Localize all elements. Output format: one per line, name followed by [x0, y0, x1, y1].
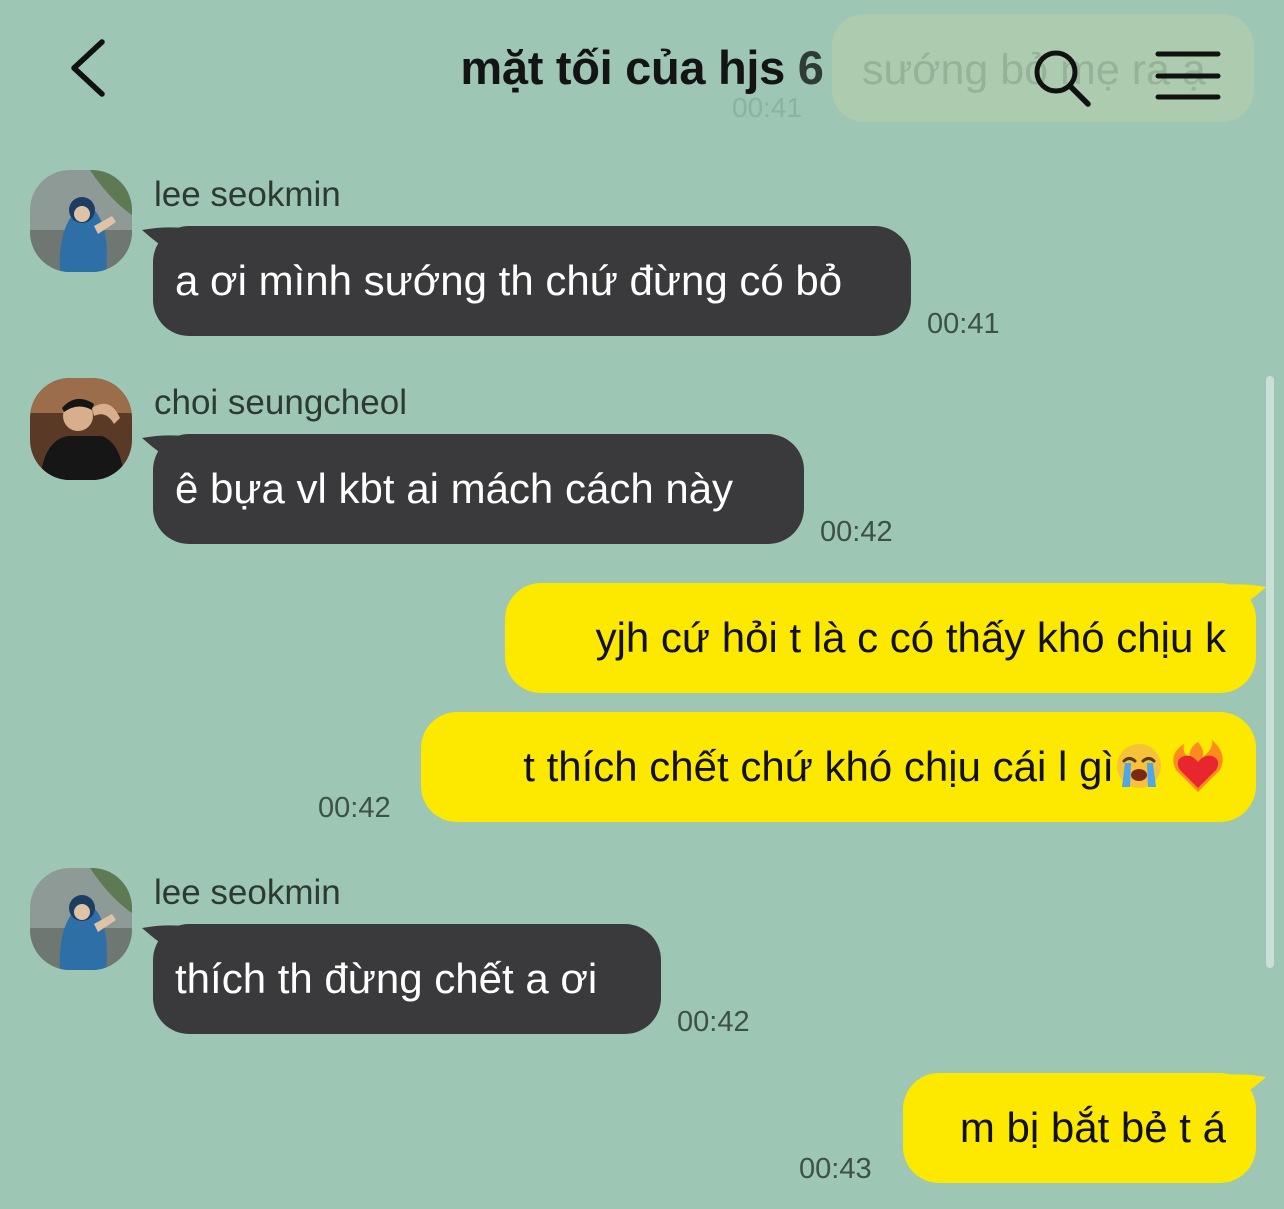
- message-text: m bị bắt bẻ t á: [959, 1104, 1226, 1151]
- hamburger-menu-icon: [1155, 51, 1221, 100]
- avatar-image: [30, 378, 132, 480]
- sender-name: lee seokmin: [154, 175, 341, 214]
- message-bubble[interactable]: yjh cứ hỏi t là c có thấy khó chịu k: [505, 583, 1256, 693]
- avatar-choi-seungcheol[interactable]: [30, 378, 132, 480]
- message-bubble[interactable]: a ơi mình sướng th chứ đừng có bỏ: [153, 226, 911, 336]
- menu-button[interactable]: [1152, 48, 1222, 104]
- message-text: a ơi mình sướng th chứ đừng có bỏ: [175, 257, 843, 304]
- message-time: 00:43: [799, 1153, 872, 1185]
- message-time: 00:42: [677, 1006, 750, 1038]
- message-bubble[interactable]: thích th đừng chết a ơi: [153, 924, 661, 1034]
- sender-name: choi seungcheol: [154, 383, 407, 422]
- message-time: 00:42: [318, 792, 391, 824]
- message-time: 00:41: [927, 308, 1000, 340]
- member-count: 6: [797, 41, 824, 94]
- message-text: t thích chết chứ khó chịu cái l gì: [523, 743, 1114, 790]
- message-bubble[interactable]: ê bựa vl kbt ai mách cách này: [153, 434, 804, 544]
- message-bubble[interactable]: m bị bắt bẻ t á: [903, 1073, 1256, 1183]
- chat-header: sướng bỏ mẹ ra ạ 00:41 mặt tối của hjs 6: [0, 0, 1284, 130]
- loudly-crying-face-icon: [1117, 743, 1161, 788]
- message-text: ê bựa vl kbt ai mách cách này: [175, 465, 734, 512]
- message-time: 00:42: [820, 516, 893, 548]
- avatar-lee-seokmin[interactable]: [30, 868, 132, 970]
- search-icon: [1034, 50, 1091, 107]
- scrollbar[interactable]: [1266, 376, 1274, 968]
- search-button[interactable]: [1030, 46, 1094, 110]
- heart-on-fire-icon: [1173, 739, 1223, 792]
- message-text: yjh cứ hỏi t là c có thấy khó chịu k: [595, 614, 1226, 661]
- sender-name: lee seokmin: [154, 873, 341, 912]
- message-text: thích th đừng chết a ơi: [175, 955, 598, 1002]
- avatar-lee-seokmin[interactable]: [30, 170, 132, 272]
- chat-name: mặt tối của hjs: [460, 41, 785, 94]
- avatar-image: [30, 868, 132, 970]
- notification-preview-time: 00:41: [732, 92, 803, 123]
- message-bubble[interactable]: t thích chết chứ khó chịu cái l gì: [421, 712, 1256, 822]
- avatar-image: [30, 170, 132, 272]
